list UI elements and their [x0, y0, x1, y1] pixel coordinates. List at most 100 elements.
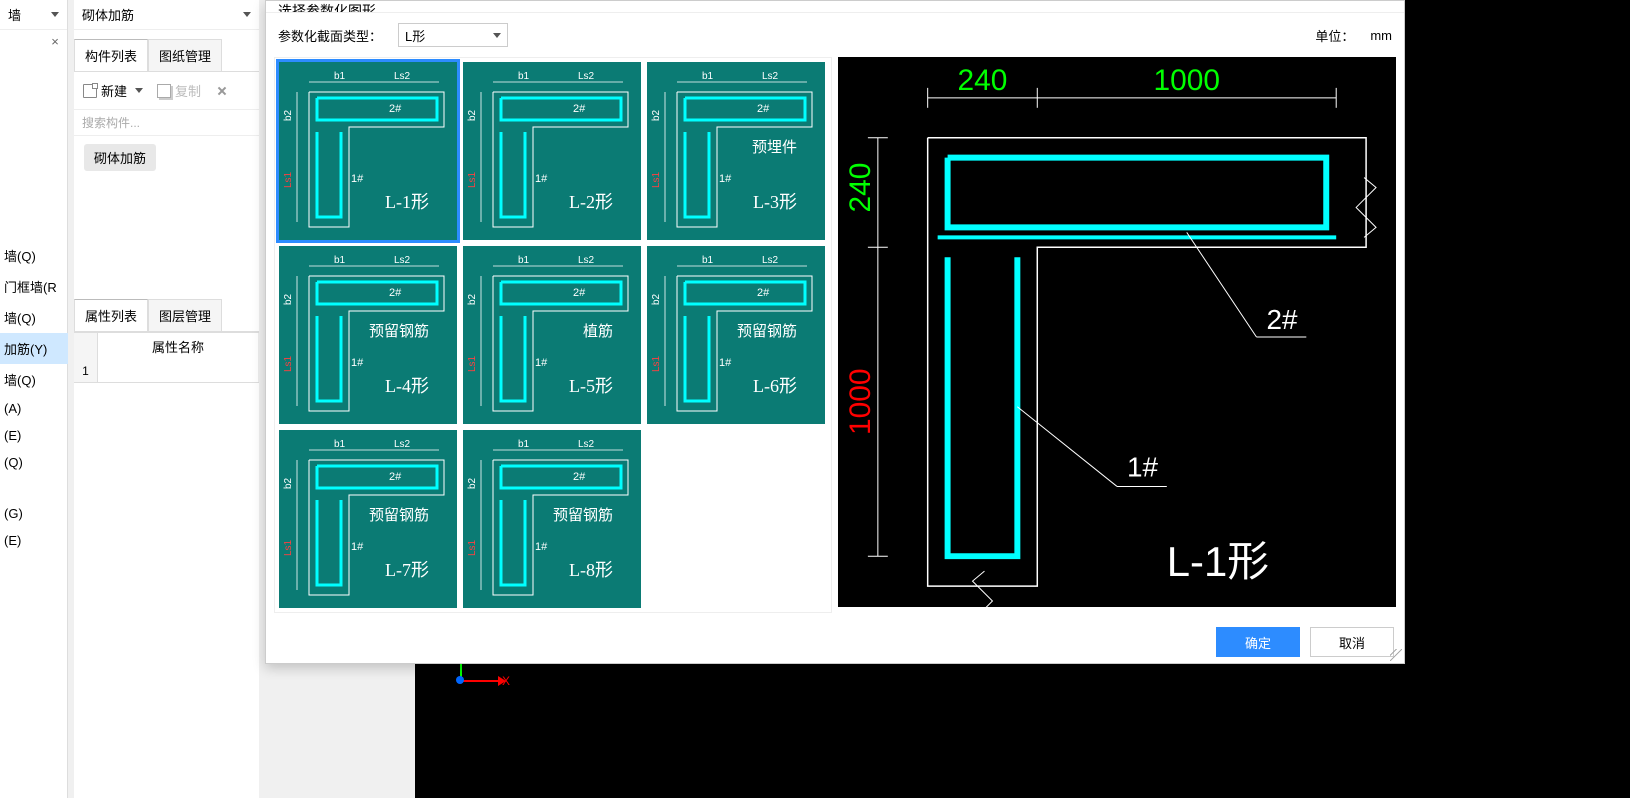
component-item[interactable]: 砌体加筋 — [84, 144, 156, 171]
ok-button[interactable]: 确定 — [1216, 627, 1300, 657]
svg-text:2#: 2# — [389, 287, 402, 299]
section-type-value: L形 — [405, 26, 425, 45]
svg-text:b2: b2 — [467, 477, 478, 489]
shape-thumbnail[interactable]: b1 Ls2 b2 Ls1 1# 2# L-5形植筋 — [463, 246, 641, 424]
svg-text:1#: 1# — [535, 173, 548, 185]
svg-text:b1: b1 — [702, 71, 714, 82]
caret-down-icon — [493, 33, 501, 38]
svg-text:1#: 1# — [351, 541, 364, 553]
svg-text:2#: 2# — [389, 103, 402, 115]
property-row-number: 1 — [74, 360, 98, 382]
thumbnail-extra-label: 预留钢筋 — [369, 320, 429, 341]
dialog-title: 选择参数化图形 — [266, 1, 1404, 13]
component-type-dropdown[interactable]: 砌体加筋 — [74, 0, 259, 30]
tree-item[interactable]: 墙(Q) — [0, 240, 68, 271]
tree-item[interactable]: (Q) — [0, 449, 68, 476]
dim-ls2: 1000 — [1154, 64, 1220, 97]
property-row-value[interactable] — [98, 360, 259, 382]
svg-text:b2: b2 — [283, 293, 294, 305]
shape-selection-dialog: 选择参数化图形 参数化截面类型： L形 单位： mm b1 Ls2 b2 Ls1… — [265, 0, 1405, 664]
resize-grip-icon[interactable] — [1390, 649, 1402, 661]
svg-text:b1: b1 — [518, 71, 530, 82]
svg-text:b2: b2 — [651, 109, 662, 121]
shape-thumbnail[interactable]: b1 Ls2 b2 Ls1 1# 2# L-6形预留钢筋 — [647, 246, 825, 424]
svg-text:b2: b2 — [283, 477, 294, 489]
svg-text:2#: 2# — [573, 287, 586, 299]
search-input[interactable]: 搜索构件... — [74, 110, 259, 136]
tree-item[interactable]: 门框墙(R — [0, 271, 68, 302]
svg-text:Ls1: Ls1 — [467, 355, 478, 372]
tree-item[interactable]: 加筋(Y) — [0, 333, 68, 364]
svg-text:2#: 2# — [573, 471, 586, 483]
component-type-label: 砌体加筋 — [82, 5, 134, 24]
cancel-button[interactable]: 取消 — [1310, 627, 1394, 657]
svg-text:Ls1: Ls1 — [283, 539, 294, 556]
svg-text:2#: 2# — [573, 103, 586, 115]
property-panel: 属性列表图层管理 属性名称 1 — [74, 290, 259, 383]
tree-item[interactable]: (E) — [0, 527, 68, 554]
tree-item[interactable] — [0, 476, 68, 488]
tab[interactable]: 属性列表 — [74, 299, 148, 331]
shape-thumbnail[interactable]: b1 Ls2 b2 Ls1 1# 2# L-1形 — [279, 62, 457, 240]
tree-item[interactable]: 墙(Q) — [0, 302, 68, 333]
thumbnail-label: L-7形 — [385, 556, 429, 582]
section-type-label: 参数化截面类型： — [278, 26, 382, 45]
caret-down-icon — [135, 88, 143, 93]
shape-thumbnail[interactable]: b1 Ls2 b2 Ls1 1# 2# L-3形预埋件 — [647, 62, 825, 240]
axis-origin-icon — [456, 676, 464, 684]
dim-b2: 240 — [844, 163, 877, 213]
component-tabs: 构件列表图纸管理 — [74, 40, 259, 72]
svg-text:2#: 2# — [757, 103, 770, 115]
preview-pane: 240 1000 240 1000 — [838, 57, 1396, 607]
tree-item[interactable]: (G) — [0, 500, 68, 527]
left-tree-panel: 墙 × 墙(Q)门框墙(R墙(Q)加筋(Y)墙(Q)(A)(E)(Q)(G)(E… — [0, 0, 68, 798]
thumbnail-extra-label: 预埋件 — [752, 136, 797, 157]
delete-button[interactable] — [210, 81, 234, 101]
bar1-label: 1# — [1127, 451, 1159, 482]
svg-text:b1: b1 — [334, 255, 346, 266]
left-tree-close-button[interactable]: × — [47, 34, 63, 49]
left-tree-dropdown[interactable]: 墙 — [0, 0, 67, 30]
unit-label: 单位： — [1315, 26, 1354, 45]
shape-thumbnail[interactable]: b1 Ls2 b2 Ls1 1# 2# L-8形预留钢筋 — [463, 430, 641, 608]
shape-thumbnail[interactable]: b1 Ls2 b2 Ls1 1# 2# L-4形 预留钢筋 — [279, 246, 457, 424]
svg-text:1#: 1# — [351, 357, 364, 369]
thumbnail-extra-label: 预留钢筋 — [737, 320, 797, 341]
shape-name: L-1形 — [1167, 538, 1269, 585]
svg-text:1#: 1# — [351, 173, 364, 185]
thumbnail-label: L-1形 — [385, 188, 429, 214]
tab[interactable]: 图层管理 — [148, 299, 222, 331]
svg-text:b1: b1 — [518, 439, 530, 450]
tab[interactable]: 图纸管理 — [148, 39, 222, 71]
thumbnail-label: L-3形 — [753, 188, 797, 214]
svg-text:Ls1: Ls1 — [283, 355, 294, 372]
copy-button[interactable]: 复制 — [152, 78, 206, 103]
tree-item[interactable]: (E) — [0, 422, 68, 449]
svg-text:Ls1: Ls1 — [283, 171, 294, 188]
new-button[interactable]: 新建 — [78, 78, 148, 103]
svg-text:b2: b2 — [283, 109, 294, 121]
thumbnail-extra-label: 预留钢筋 — [553, 504, 613, 525]
thumbnail-label: L-5形 — [569, 372, 613, 398]
svg-text:Ls1: Ls1 — [651, 355, 662, 372]
delete-icon — [215, 84, 229, 98]
thumbnail-label: L-4形 — [385, 372, 429, 398]
component-toolbar: 新建 复制 — [74, 72, 259, 110]
svg-text:Ls2: Ls2 — [394, 255, 411, 266]
thumbnail-extra-label: 预留钢筋 — [369, 504, 429, 525]
tree-item[interactable]: 墙(Q) — [0, 364, 68, 395]
shape-thumbnail[interactable]: b1 Ls2 b2 Ls1 1# 2# L-7形预留钢筋 — [279, 430, 457, 608]
section-type-dropdown[interactable]: L形 — [398, 23, 508, 47]
svg-text:Ls1: Ls1 — [467, 539, 478, 556]
caret-down-icon — [243, 12, 251, 17]
caret-down-icon — [51, 12, 59, 17]
shape-thumbnail[interactable]: b1 Ls2 b2 Ls1 1# 2# L-2形 — [463, 62, 641, 240]
svg-text:Ls1: Ls1 — [467, 171, 478, 188]
tab[interactable]: 构件列表 — [74, 39, 148, 71]
tree-item[interactable] — [0, 488, 68, 500]
svg-text:b1: b1 — [334, 439, 346, 450]
new-button-label: 新建 — [101, 81, 127, 100]
tree-item[interactable]: (A) — [0, 395, 68, 422]
svg-text:Ls2: Ls2 — [762, 71, 779, 82]
property-tabs: 属性列表图层管理 — [74, 300, 259, 332]
